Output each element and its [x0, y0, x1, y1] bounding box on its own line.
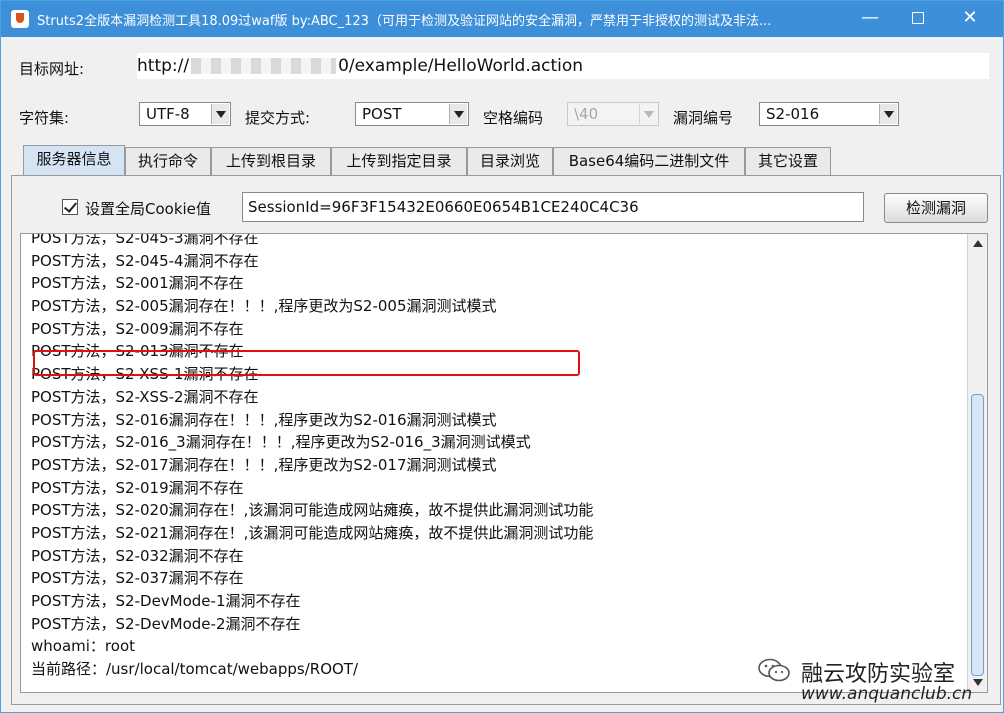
vuln-id-label: 漏洞编号: [673, 109, 734, 127]
chevron-down-icon: [639, 104, 657, 124]
tab-base64-encode[interactable]: Base64编码二进制文件: [553, 147, 745, 175]
wechat-logo-icon: [758, 658, 790, 682]
vuln-id-select[interactable]: S2-016: [759, 102, 899, 126]
watermark-url: www.anquanclub.cn: [801, 684, 973, 704]
log-line: POST方法，S2-XSS-2漏洞不存在: [31, 387, 259, 406]
charset-label: 字符集:: [19, 109, 70, 127]
charset-select[interactable]: UTF-8: [139, 102, 231, 126]
tab-upload-root[interactable]: 上传到根目录: [211, 147, 331, 175]
window-title: Struts2全版本漏洞检测工具18.09过waf版 by:ABC_123（可用…: [37, 14, 772, 29]
java-app-icon: [11, 10, 29, 28]
watermark: 融云攻防实验室 www.anquanclub.cn: [757, 656, 1003, 712]
chevron-down-icon: [211, 104, 229, 124]
log-line: POST方法，S2-DevMode-1漏洞不存在: [31, 592, 301, 610]
method-label: 提交方式:: [245, 109, 311, 127]
log-line: POST方法，S2-016_3漏洞存在！！！,程序更改为S2-016_3漏洞测试…: [31, 433, 531, 452]
log-line: POST方法，S2-DevMode-2漏洞不存在: [31, 614, 301, 633]
cookie-value-input[interactable]: SessionId=96F3F15432E0660E0654B1CE240C4C…: [242, 192, 864, 222]
log-line: POST方法，S2-017漏洞存在！！！,程序更改为S2-017漏洞测试模式: [31, 455, 497, 474]
minimize-button[interactable]: —: [847, 1, 893, 37]
tab-dir-browse[interactable]: 目录浏览: [467, 147, 553, 175]
highlight-box-s2-005: [33, 350, 580, 376]
method-select[interactable]: POST: [355, 102, 469, 126]
scroll-thumb[interactable]: [971, 394, 984, 676]
log-line: POST方法，S2-045-4漏洞不存在: [31, 251, 259, 270]
log-line: POST方法，S2-005漏洞存在！！！,程序更改为S2-005漏洞测试模式: [31, 297, 497, 316]
title-bar[interactable]: Struts2全版本漏洞检测工具18.09过waf版 by:ABC_123（可用…: [1, 1, 1003, 37]
target-url-input[interactable]: http://0/example/HelloWorld.action: [137, 53, 989, 79]
detect-vuln-button[interactable]: 检测漏洞: [884, 193, 988, 223]
log-line: POST方法，S2-045-3漏洞不存在: [31, 233, 259, 247]
log-line: POST方法，S2-021漏洞存在！,该漏洞可能造成网站瘫痪，故不提供此漏洞测试…: [31, 523, 594, 542]
tab-other-settings[interactable]: 其它设置: [745, 147, 831, 175]
log-line: POST方法，S2-016漏洞存在！！！,程序更改为S2-016漏洞测试模式: [31, 410, 497, 429]
log-scrollbar[interactable]: [967, 234, 987, 692]
log-line: POST方法，S2-009漏洞不存在: [31, 319, 244, 338]
result-log[interactable]: POST方法，S2-045-3漏洞不存在 POST方法，S2-045-4漏洞不存…: [20, 233, 988, 693]
maximize-icon: [912, 12, 924, 24]
global-cookie-label: 设置全局Cookie值: [85, 200, 211, 218]
server-info-panel: 设置全局Cookie值 SessionId=96F3F15432E0660E06…: [11, 175, 1001, 705]
log-line: whoami：root: [31, 637, 135, 656]
log-line: POST方法，S2-037漏洞不存在: [31, 569, 244, 588]
log-lines: POST方法，S2-045-3漏洞不存在 POST方法，S2-045-4漏洞不存…: [31, 233, 961, 681]
log-line: POST方法，S2-032漏洞不存在: [31, 546, 244, 565]
space-encoding-label: 空格编码: [483, 109, 544, 127]
chevron-down-icon: [879, 104, 897, 124]
target-url-label: 目标网址:: [19, 60, 85, 78]
tab-upload-dir[interactable]: 上传到指定目录: [331, 147, 467, 175]
log-line: POST方法，S2-019漏洞不存在: [31, 478, 244, 497]
space-encoding-select: \40: [567, 102, 659, 126]
maximize-button[interactable]: [895, 1, 941, 37]
log-line: POST方法，S2-020漏洞存在！,该漏洞可能造成网站瘫痪，故不提供此漏洞测试…: [31, 501, 594, 520]
app-window: Struts2全版本漏洞检测工具18.09过waf版 by:ABC_123（可用…: [0, 0, 1004, 713]
scroll-up-icon[interactable]: [973, 240, 983, 247]
close-button[interactable]: ✕: [947, 1, 993, 37]
redacted-host: [191, 58, 337, 74]
tab-server-info[interactable]: 服务器信息: [23, 145, 125, 175]
global-cookie-checkbox[interactable]: [62, 199, 78, 215]
log-line: POST方法，S2-001漏洞不存在: [31, 274, 244, 293]
chevron-down-icon: [449, 104, 467, 124]
tab-exec-command[interactable]: 执行命令: [125, 147, 211, 175]
